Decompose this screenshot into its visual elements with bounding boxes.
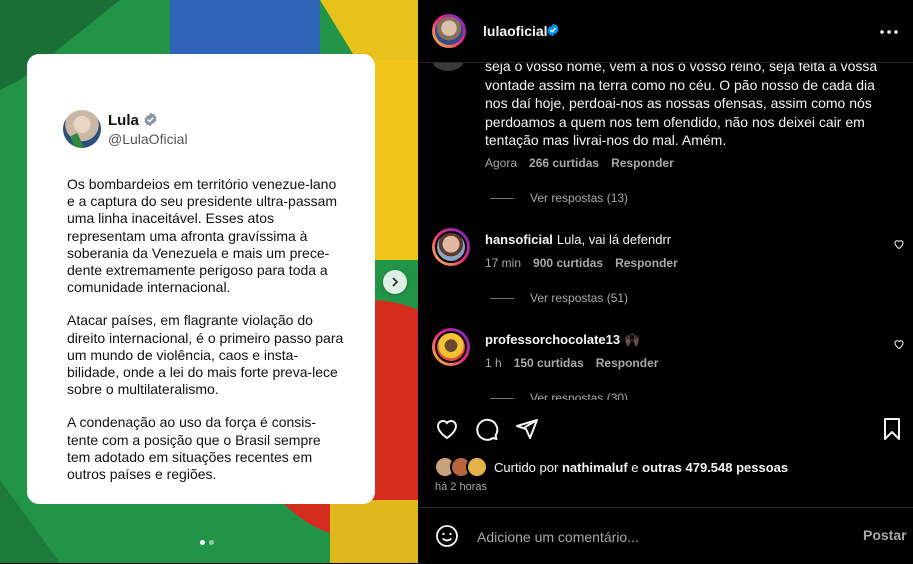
commenter-avatar[interactable] [432, 228, 470, 266]
comment-input[interactable] [475, 524, 839, 550]
liked-by[interactable]: Curtido por nathimaluf e outras 479.548 … [434, 456, 788, 478]
view-replies-label: Ver respostas (30) [530, 391, 629, 400]
verified-icon [547, 23, 559, 37]
card-handle: @LulaOficial [108, 131, 188, 147]
card-avatar [63, 110, 101, 148]
comment-time: 1 h [485, 356, 502, 370]
commenter-avatar[interactable] [432, 63, 464, 71]
carousel-dots [200, 540, 214, 545]
reply-button[interactable]: Responder [596, 356, 659, 370]
commenter-avatar[interactable] [432, 328, 470, 366]
view-replies-button[interactable]: Ver respostas (30) [490, 391, 628, 400]
comment-meta: Agora 266 curtidas Responder [485, 156, 674, 170]
next-slide-button[interactable] [383, 270, 407, 294]
reply-button[interactable]: Responder [615, 256, 678, 270]
author-username[interactable]: lulaoficial [483, 23, 548, 39]
view-replies-button[interactable]: Ver respostas (13) [490, 191, 628, 205]
verified-icon [144, 112, 157, 127]
heart-icon[interactable] [893, 338, 905, 350]
author-avatar[interactable] [432, 14, 466, 48]
emoji-icon[interactable] [435, 524, 459, 548]
view-replies-label: Ver respostas (51) [530, 291, 629, 305]
more-options-icon[interactable] [878, 24, 900, 40]
liker-avatar [466, 456, 488, 478]
card-paragraph: Atacar países, em flagrante violação do … [67, 312, 344, 398]
comment-time: Agora [485, 156, 518, 170]
add-comment-bar: Postar [418, 507, 913, 564]
post-sidebar: lulaoficial seja o vosso nome, vem a nós… [418, 0, 913, 563]
comment-text: 🙌🏿 [624, 332, 641, 347]
comment-time: 17 min [485, 256, 522, 270]
liker-username[interactable]: nathimaluf [562, 460, 628, 475]
comment: professorchocolate13 🙌🏿 [485, 332, 640, 348]
comments-list[interactable]: seja o vosso nome, vem a nós o vosso rei… [418, 63, 913, 400]
view-replies-label: Ver respostas (13) [530, 191, 629, 205]
reply-button[interactable]: Responder [611, 156, 674, 170]
likes-summary: Curtido por nathimaluf e outras 479.548 … [494, 460, 788, 475]
heart-icon[interactable] [893, 238, 905, 250]
carousel-dot-active [200, 540, 205, 545]
comment-meta: 17 min 900 curtidas Responder [485, 256, 678, 270]
comment-meta: 1 h 150 curtidas Responder [485, 356, 658, 370]
view-replies-button[interactable]: Ver respostas (51) [490, 291, 628, 305]
card-paragraph: A condenação ao uso da força é consis-te… [67, 414, 321, 483]
comment-likes[interactable]: 266 curtidas [529, 156, 599, 170]
replies-divider [490, 297, 514, 299]
like-heart-icon[interactable] [435, 417, 459, 441]
card-text: Os bombardeios em território venezue-lan… [67, 176, 347, 499]
likes-count[interactable]: outras 479.548 pessoas [642, 460, 788, 475]
post-comment-button[interactable]: Postar [863, 527, 907, 543]
likes-conjunction: e [631, 459, 639, 475]
chevron-right-icon [392, 277, 399, 287]
comment-username[interactable]: professorchocolate13 [485, 332, 620, 347]
replies-divider [490, 397, 514, 399]
comment-likes[interactable]: 150 curtidas [514, 356, 584, 370]
comment-text: seja o vosso nome, vem a nós o vosso rei… [485, 63, 878, 148]
card-paragraph: Os bombardeios em território venezue-lan… [67, 176, 338, 296]
comment-likes[interactable]: 900 curtidas [533, 256, 603, 270]
comment-username[interactable]: hansoficial [485, 232, 553, 247]
replies-divider [490, 197, 514, 199]
comment: hansoficial Lula, vai lá defendrr [485, 232, 671, 247]
likes-prefix: Curtido por [494, 459, 559, 475]
card-name: Lula [108, 112, 139, 129]
comment-bubble-icon[interactable] [475, 417, 499, 441]
comment-text: Lula, vai lá defendrr [556, 232, 672, 247]
tweet-card: Lula @LulaOficial Os bombardeios em terr… [27, 54, 375, 504]
post-image[interactable]: Lula @LulaOficial Os bombardeios em terr… [0, 0, 418, 563]
post-header: lulaoficial [418, 0, 913, 63]
save-bookmark-icon[interactable] [880, 417, 904, 441]
carousel-dot [209, 540, 214, 545]
share-send-icon[interactable] [515, 417, 539, 441]
post-timestamp: há 2 horas [435, 481, 487, 493]
action-bar: Curtido por nathimaluf e outras 479.548 … [418, 400, 913, 500]
